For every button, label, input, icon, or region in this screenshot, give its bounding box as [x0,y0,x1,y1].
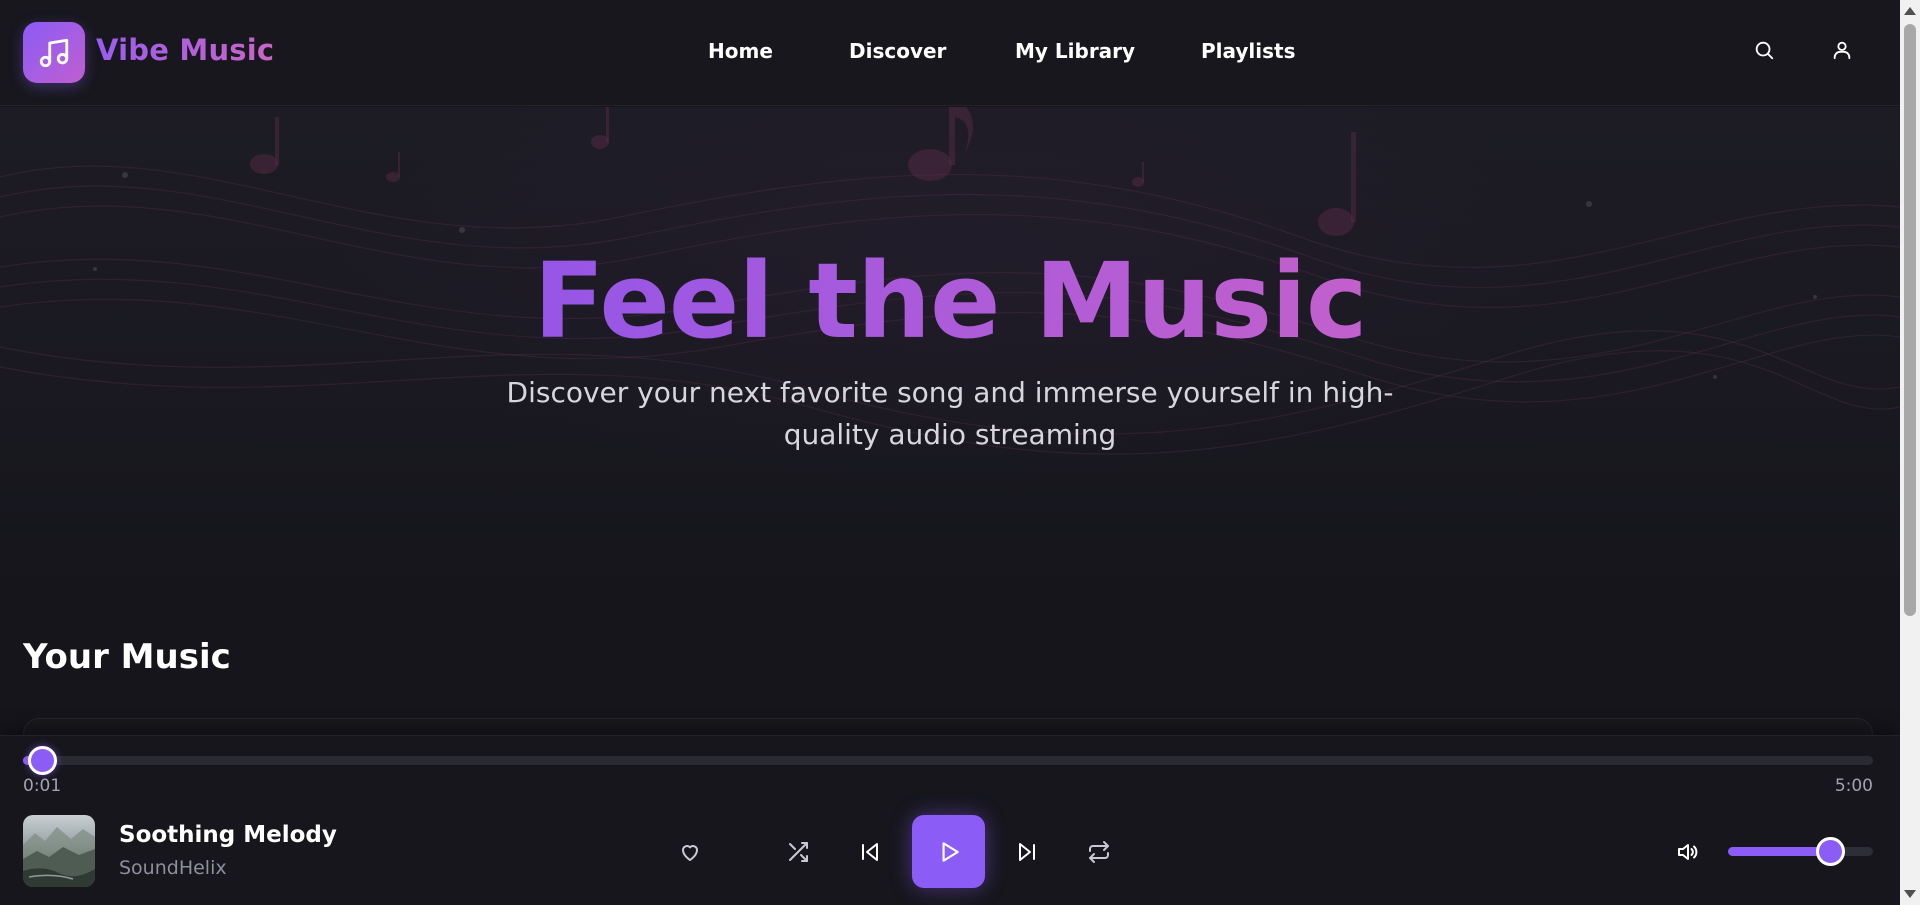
progress-bar[interactable] [23,746,1873,775]
current-time: 0:01 [23,776,62,796]
hero-title-text: Feel the Music [533,240,1368,362]
repeat-button[interactable] [1081,834,1117,870]
scroll-down-arrow[interactable] [1904,890,1916,898]
app-name[interactable]: Vibe Music [96,33,274,67]
top-header: Vibe Music Home Discover My Library Play… [0,0,1900,106]
next-button[interactable] [1009,834,1045,870]
play-button[interactable] [912,815,985,888]
repeat-icon [1089,841,1109,863]
nav-home[interactable]: Home [708,39,773,63]
app-logo[interactable] [23,22,85,83]
volume-handle[interactable] [1815,837,1845,866]
hero-section: Feel the Music Discover your next favori… [0,107,1900,597]
progress-handle[interactable] [27,746,57,775]
volume-fill [1728,847,1830,856]
album-art [23,815,95,887]
track-artist[interactable]: SoundHelix [119,857,227,879]
skip-back-icon [862,843,878,861]
nav-my-library[interactable]: My Library [1015,39,1135,63]
scroll-up-arrow[interactable] [1904,7,1916,15]
skip-forward-icon [1019,843,1035,861]
section-title: Your Music [23,637,231,677]
previous-button[interactable] [852,834,888,870]
like-button[interactable] [672,834,708,870]
music-player-bar: 0:01 5:00 Soothing Melody SoundHelix [0,735,1900,905]
search-icon [1755,41,1774,60]
album-art-image [23,827,95,887]
search-button[interactable] [1750,36,1778,64]
user-icon [1833,41,1851,60]
music-note-icon [39,38,69,67]
shuffle-icon [789,842,808,862]
hero-title: Feel the Music [0,240,1900,362]
volume-icon [1678,844,1698,860]
duration-time: 5:00 [1834,776,1873,796]
heart-icon [682,845,698,861]
volume-button[interactable] [1669,834,1705,870]
page-scrollbar[interactable] [1900,0,1920,905]
track-title[interactable]: Soothing Melody [119,822,337,848]
hero-subtitle: Discover your next favorite song and imm… [506,376,1394,451]
account-button[interactable] [1828,36,1856,64]
nav-discover[interactable]: Discover [849,39,946,63]
scroll-thumb[interactable] [1904,24,1916,616]
shuffle-button[interactable] [780,834,816,870]
nav-playlists[interactable]: Playlists [1201,39,1296,63]
play-icon [942,841,959,862]
volume-slider[interactable] [1728,837,1873,866]
